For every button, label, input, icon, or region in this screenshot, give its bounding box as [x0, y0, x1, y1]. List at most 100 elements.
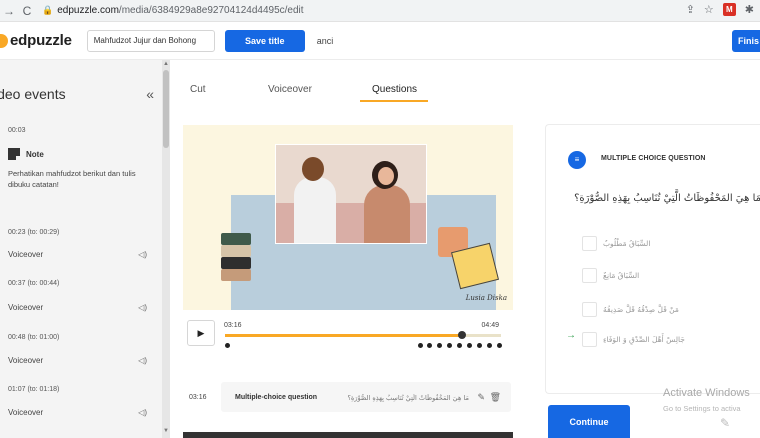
list-icon: ≡	[568, 151, 586, 169]
extension-icon[interactable]: M	[722, 3, 736, 16]
person-left	[294, 177, 336, 243]
video-photo	[275, 144, 427, 244]
voiceover-event[interactable]: Voiceover ◁)	[8, 250, 153, 259]
question-card[interactable]: Multiple-choice question مَا هِيَ المَحْ…	[221, 382, 511, 412]
share-icon[interactable]: ⇪	[686, 3, 695, 16]
reload-icon[interactable]: C	[18, 4, 36, 18]
note-label: Note	[26, 149, 44, 159]
answer-checkbox[interactable]	[582, 301, 597, 317]
edit-icon[interactable]: ✎	[477, 392, 485, 403]
continue-button[interactable]: Continue	[548, 405, 630, 438]
sidebar-title: ideo events	[0, 86, 66, 102]
voiceover-event[interactable]: Voiceover ◁)	[8, 408, 153, 417]
question-marker[interactable]	[427, 343, 432, 348]
question-text: مَا هِيَ المَحْفُوظَاتُ الَّتِيْ تُنَاسِ…	[574, 193, 760, 204]
voiceover-event[interactable]: Voiceover ◁)	[8, 303, 153, 312]
question-marker[interactable]	[477, 343, 482, 348]
voiceover-label: Voiceover	[8, 303, 44, 312]
books-decoration	[221, 233, 251, 283]
sidebar-scrollbar-thumb[interactable]	[163, 70, 169, 148]
answer-checkbox[interactable]	[582, 267, 597, 283]
star-icon[interactable]: ☆	[704, 3, 714, 16]
question-marker[interactable]	[487, 343, 492, 348]
voiceover-label: Voiceover	[8, 250, 44, 259]
question-marker[interactable]	[497, 343, 502, 348]
question-time: 03:16	[189, 394, 207, 401]
video-player-controls: ▶ 03:16 04:49	[183, 310, 513, 370]
active-tab-indicator	[360, 100, 428, 102]
logo-text: edpuzzle	[10, 32, 72, 49]
activate-windows-watermark: Activate Windows	[663, 387, 750, 399]
scroll-up-icon[interactable]: ▲	[163, 61, 169, 67]
question-marker[interactable]	[418, 343, 423, 348]
answer-text: السِّبَاقُ مَطْلُوبٌ	[603, 238, 651, 248]
event-time-range: 00:37 (to: 00:44)	[8, 280, 60, 287]
current-time: 03:16	[224, 322, 242, 329]
question-marker[interactable]	[457, 343, 462, 348]
answer-option[interactable]: السِّبَاقُ مَطْلُوبٌ	[582, 233, 732, 253]
note-text: Perhatikan mahfudzot berikut dan tulis d…	[8, 169, 136, 189]
video-signature: Lusia Diska	[465, 294, 507, 302]
answer-option-correct[interactable]: جَالِسْ أَهْلَ الصِّدْقِ وَ الوَفَاءِ	[582, 329, 732, 349]
note-icon	[8, 148, 20, 160]
event-time-range: 00:23 (to: 00:29)	[8, 229, 60, 236]
question-type-label: MULTIPLE CHOICE QUESTION	[601, 155, 706, 162]
answer-option[interactable]: السِّبَاقُ مَانِعٌ	[582, 265, 732, 285]
voiceover-label: Voiceover	[8, 356, 44, 365]
address-bar[interactable]: 🔒 edpuzzle.com /media/6384929a8e92704124…	[42, 5, 304, 16]
tab-questions[interactable]: Questions	[372, 84, 417, 95]
tab-cut[interactable]: Cut	[190, 84, 206, 95]
speaker-icon[interactable]: ◁)	[138, 250, 147, 259]
event-time-range: 01:07 (to: 01:18)	[8, 386, 60, 393]
question-marker[interactable]	[437, 343, 442, 348]
event-time-range: 00:48 (to: 01:00)	[8, 334, 60, 341]
delete-icon[interactable]: 🗑	[490, 392, 501, 403]
answer-text: السِّبَاقُ مَانِعٌ	[603, 270, 640, 280]
total-time: 04:49	[481, 322, 499, 329]
answer-checkbox[interactable]	[582, 331, 597, 347]
question-panel: ≡ MULTIPLE CHOICE QUESTION مَا هِيَ المَ…	[545, 124, 760, 394]
logo-mark-icon	[0, 33, 8, 48]
progress-knob[interactable]	[458, 331, 467, 339]
finish-button[interactable]: Finis	[732, 30, 760, 52]
speaker-icon[interactable]: ◁)	[138, 408, 147, 417]
speaker-icon[interactable]: ◁)	[138, 356, 147, 365]
correct-answer-arrow-icon: →	[566, 330, 576, 341]
answer-text: جَالِسْ أَهْلَ الصِّدْقِ وَ الوَفَاءِ	[603, 334, 685, 344]
question-list-row[interactable]: 03:16 Multiple-choice question مَا هِيَ …	[183, 380, 513, 414]
voiceover-label: Voiceover	[8, 408, 44, 417]
video-events-sidebar: ideo events « 00:03 Note Perhatikan mahf…	[0, 60, 170, 438]
edpuzzle-logo[interactable]: edpuzzle	[0, 32, 72, 49]
app-header: edpuzzle Save title anci Finis	[0, 22, 760, 60]
forward-icon[interactable]: →	[0, 4, 18, 18]
lock-icon: 🔒	[42, 5, 54, 15]
question-preview-text: مَا هِيَ المَحْفُوظَاتُ الَّتِيْ تُنَاسِ…	[347, 394, 469, 402]
browser-toolbar: → C 🔒 edpuzzle.com /media/6384929a8e9270…	[0, 0, 760, 22]
voiceover-event[interactable]: Voiceover ◁)	[8, 356, 153, 365]
speaker-icon[interactable]: ◁)	[138, 303, 147, 312]
question-marker[interactable]	[467, 343, 472, 348]
question-type: Multiple-choice question	[235, 394, 318, 401]
play-icon[interactable]: ▶	[187, 320, 215, 346]
person-right	[364, 185, 410, 243]
video-title-input[interactable]	[86, 29, 215, 52]
note-event[interactable]: Note	[8, 148, 44, 160]
video-preview[interactable]: Lusia Diska	[183, 125, 513, 310]
answer-checkbox[interactable]	[582, 235, 597, 251]
progress-track[interactable]	[225, 331, 501, 339]
progress-fill	[225, 334, 463, 337]
collapse-icon[interactable]: «	[146, 86, 154, 102]
question-marker[interactable]	[447, 343, 452, 348]
answer-option[interactable]: مَنْ قَلَّ صِدْقُهُ قَلَّ صَدِيقُهُ	[582, 299, 732, 319]
question-marker[interactable]	[225, 343, 230, 348]
note-time: 00:03	[8, 127, 26, 134]
answer-text: مَنْ قَلَّ صِدْقُهُ قَلَّ صَدِيقُهُ	[603, 304, 679, 314]
url-host: edpuzzle.com	[57, 5, 119, 16]
bottom-strip	[183, 432, 513, 438]
scroll-down-icon[interactable]: ▼	[163, 428, 169, 434]
url-path: /media/6384929a8e92704124d4495c/edit	[118, 5, 304, 16]
save-title-button[interactable]: Save title	[224, 29, 305, 52]
cancel-link[interactable]: anci	[317, 36, 334, 46]
puzzle-icon[interactable]: ✱	[745, 3, 754, 16]
tab-voiceover[interactable]: Voiceover	[268, 84, 312, 95]
